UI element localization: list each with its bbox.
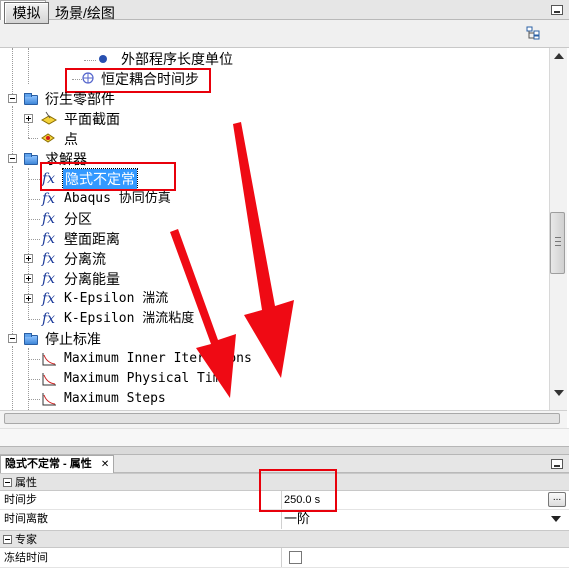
category-expert[interactable]: 专家	[0, 530, 569, 548]
simulation-tree[interactable]: 外部程序长度单位 恒定耦合时间步 衍生零部件 平面截面 点 求解器 fx 隐式不…	[0, 48, 549, 410]
minimize-icon[interactable]	[551, 459, 563, 469]
annotation-arrows	[170, 122, 294, 398]
property-row-time-discretization: 时间离散 一阶	[0, 510, 569, 528]
simulation-button[interactable]: 模拟	[4, 2, 49, 24]
scene-plot-tab[interactable]: 场景/绘图	[55, 2, 115, 24]
time-discretization-select[interactable]: 一阶	[284, 510, 310, 528]
annotation-box	[259, 469, 337, 512]
category-label: 属性	[15, 477, 37, 489]
close-icon[interactable]: ✕	[101, 459, 109, 470]
tree-footer	[0, 428, 569, 446]
property-name: 冻结时间	[4, 552, 48, 564]
ellipsis-button[interactable]: ...	[548, 492, 566, 507]
tree-scrollbar-thumb[interactable]	[550, 212, 565, 274]
minimize-icon[interactable]	[551, 5, 563, 15]
category-label: 专家	[15, 534, 37, 546]
collapse-icon[interactable]	[3, 535, 12, 544]
scroll-down-icon[interactable]	[554, 390, 564, 396]
property-name: 时间离散	[4, 513, 48, 525]
tree-view-icon[interactable]	[526, 26, 540, 40]
property-name: 时间步	[4, 494, 37, 506]
properties-tab-label: 隐式不定常 - 属性	[5, 458, 92, 470]
property-row-freeze-time: 冻结时间	[0, 549, 569, 567]
scroll-up-icon[interactable]	[554, 53, 564, 59]
tree-hscrollbar-thumb[interactable]	[4, 413, 560, 424]
collapse-icon[interactable]	[3, 478, 12, 487]
toolbar	[0, 20, 569, 48]
tab-properties[interactable]: 隐式不定常 - 属性 ✕	[0, 455, 115, 473]
freeze-time-checkbox[interactable]	[289, 551, 302, 564]
pane-divider[interactable]	[0, 446, 569, 455]
chevron-down-icon[interactable]	[551, 516, 561, 522]
